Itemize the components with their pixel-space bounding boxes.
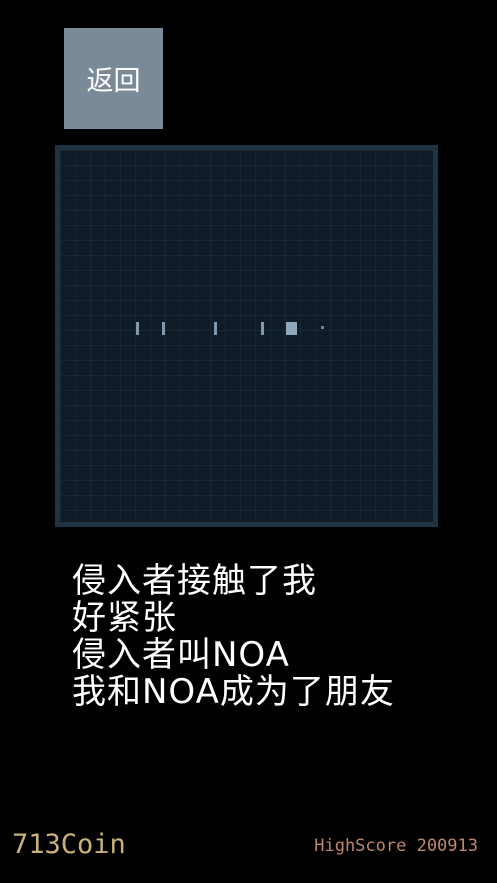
player-block	[286, 322, 297, 335]
high-score: HighScore 200913	[314, 836, 478, 856]
game-board[interactable]	[55, 145, 438, 527]
game-piece-bar	[162, 322, 165, 335]
game-piece-bar	[261, 322, 264, 335]
coin-counter: 713Coin	[12, 829, 126, 860]
story-line: 侵入者叫NOA	[72, 635, 290, 675]
story-line: 我和NOA成为了朋友	[72, 672, 395, 712]
back-button[interactable]: 返回	[64, 28, 163, 129]
game-piece-bar	[214, 322, 217, 335]
story-line: 好紧张	[72, 598, 177, 638]
game-piece-dot	[321, 326, 324, 329]
story-text: 侵入者接触了我 好紧张 侵入者叫NOA 我和NOA成为了朋友	[72, 563, 395, 711]
game-piece-bar	[136, 322, 139, 335]
story-line: 侵入者接触了我	[72, 561, 317, 601]
